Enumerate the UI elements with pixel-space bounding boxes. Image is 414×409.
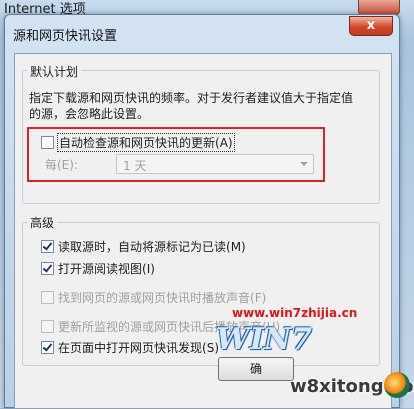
reading-view-label: 打开源阅读视图(I) (58, 262, 155, 276)
chevron-down-icon (300, 162, 308, 166)
schedule-description: 指定下载源和网页快讯的频率。对于发行者建议值大于指定值的源，会忽略此设置。 (29, 91, 354, 121)
windows-orb-icon (384, 372, 410, 398)
option-row-mark-read[interactable]: 读取源时，自动将源标记为已读(M) (41, 238, 246, 255)
advanced-legend: 高级 (27, 214, 58, 231)
update-sound-checkbox[interactable] (41, 320, 54, 333)
found-sound-checkbox[interactable] (41, 291, 54, 304)
close-icon: x (366, 18, 376, 33)
frequency-value: 1 天 (123, 159, 147, 173)
option-row-reading-view[interactable]: 打开源阅读视图(I) (41, 260, 155, 277)
auto-check-row[interactable]: 自动检查源和网页快讯的更新(A) (41, 133, 235, 152)
feed-discovery-checkbox[interactable] (41, 341, 54, 354)
option-row-found-sound[interactable]: 找到网页的源或网页快讯时播放声音(F) (41, 289, 266, 306)
every-label: 每(E): (45, 158, 78, 172)
win7-logo: WIN7 (216, 322, 313, 357)
watermark-site-1: www.win7zhijia.cn (232, 306, 358, 320)
auto-check-checkbox[interactable] (41, 136, 54, 149)
mark-read-label: 读取源时，自动将源标记为已读(M) (58, 240, 246, 254)
parent-close-button[interactable] (358, 0, 400, 15)
option-row-feed-discovery[interactable]: 在页面中打开网页快讯发现(S) (41, 339, 219, 356)
mark-read-checkbox[interactable] (41, 240, 54, 253)
feed-discovery-label: 在页面中打开网页快讯发现(S) (58, 341, 219, 355)
frequency-select[interactable]: 1 天 (116, 154, 314, 174)
found-sound-label: 找到网页的源或网页快讯时播放声音(F) (58, 291, 267, 305)
reading-view-checkbox[interactable] (41, 262, 54, 275)
dialog-title: 源和网页快讯设置 (13, 29, 118, 44)
close-button[interactable]: x (349, 16, 393, 36)
default-schedule-legend: 默认计划 (27, 63, 82, 80)
auto-check-label: 自动检查源和网页快讯的更新(A) (57, 133, 235, 152)
